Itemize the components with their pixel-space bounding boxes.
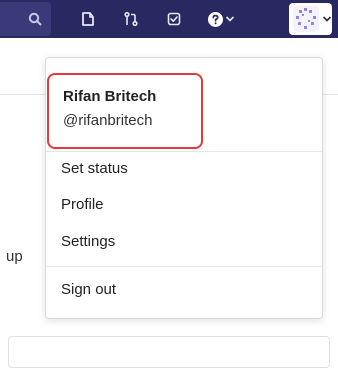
user-menu-button[interactable] bbox=[289, 3, 332, 35]
help-icon[interactable] bbox=[206, 10, 224, 28]
user-name: Rifan Britech bbox=[63, 88, 157, 105]
page-text-fragment: up bbox=[6, 248, 23, 265]
chevron-down-icon bbox=[322, 10, 332, 28]
menu-item-sign-out[interactable]: Sign out bbox=[61, 281, 116, 298]
top-navbar bbox=[0, 0, 338, 38]
issues-icon[interactable] bbox=[79, 10, 97, 28]
menu-divider bbox=[46, 266, 322, 267]
page-card bbox=[8, 336, 330, 368]
avatar bbox=[293, 6, 319, 32]
menu-divider bbox=[46, 151, 322, 152]
user-dropdown-menu: Rifan Britech @rifanbritech Set status P… bbox=[45, 57, 323, 319]
user-handle: @rifanbritech bbox=[63, 112, 153, 129]
menu-item-settings[interactable]: Settings bbox=[61, 233, 115, 250]
merge-requests-icon[interactable] bbox=[122, 10, 140, 28]
menu-item-profile[interactable]: Profile bbox=[61, 196, 104, 213]
search-button[interactable] bbox=[0, 2, 51, 36]
search-icon bbox=[26, 10, 44, 28]
user-profile-card[interactable]: Rifan Britech @rifanbritech bbox=[47, 73, 203, 149]
chevron-down-icon[interactable] bbox=[224, 10, 236, 28]
menu-item-set-status[interactable]: Set status bbox=[61, 160, 128, 177]
todo-icon[interactable] bbox=[165, 10, 183, 28]
